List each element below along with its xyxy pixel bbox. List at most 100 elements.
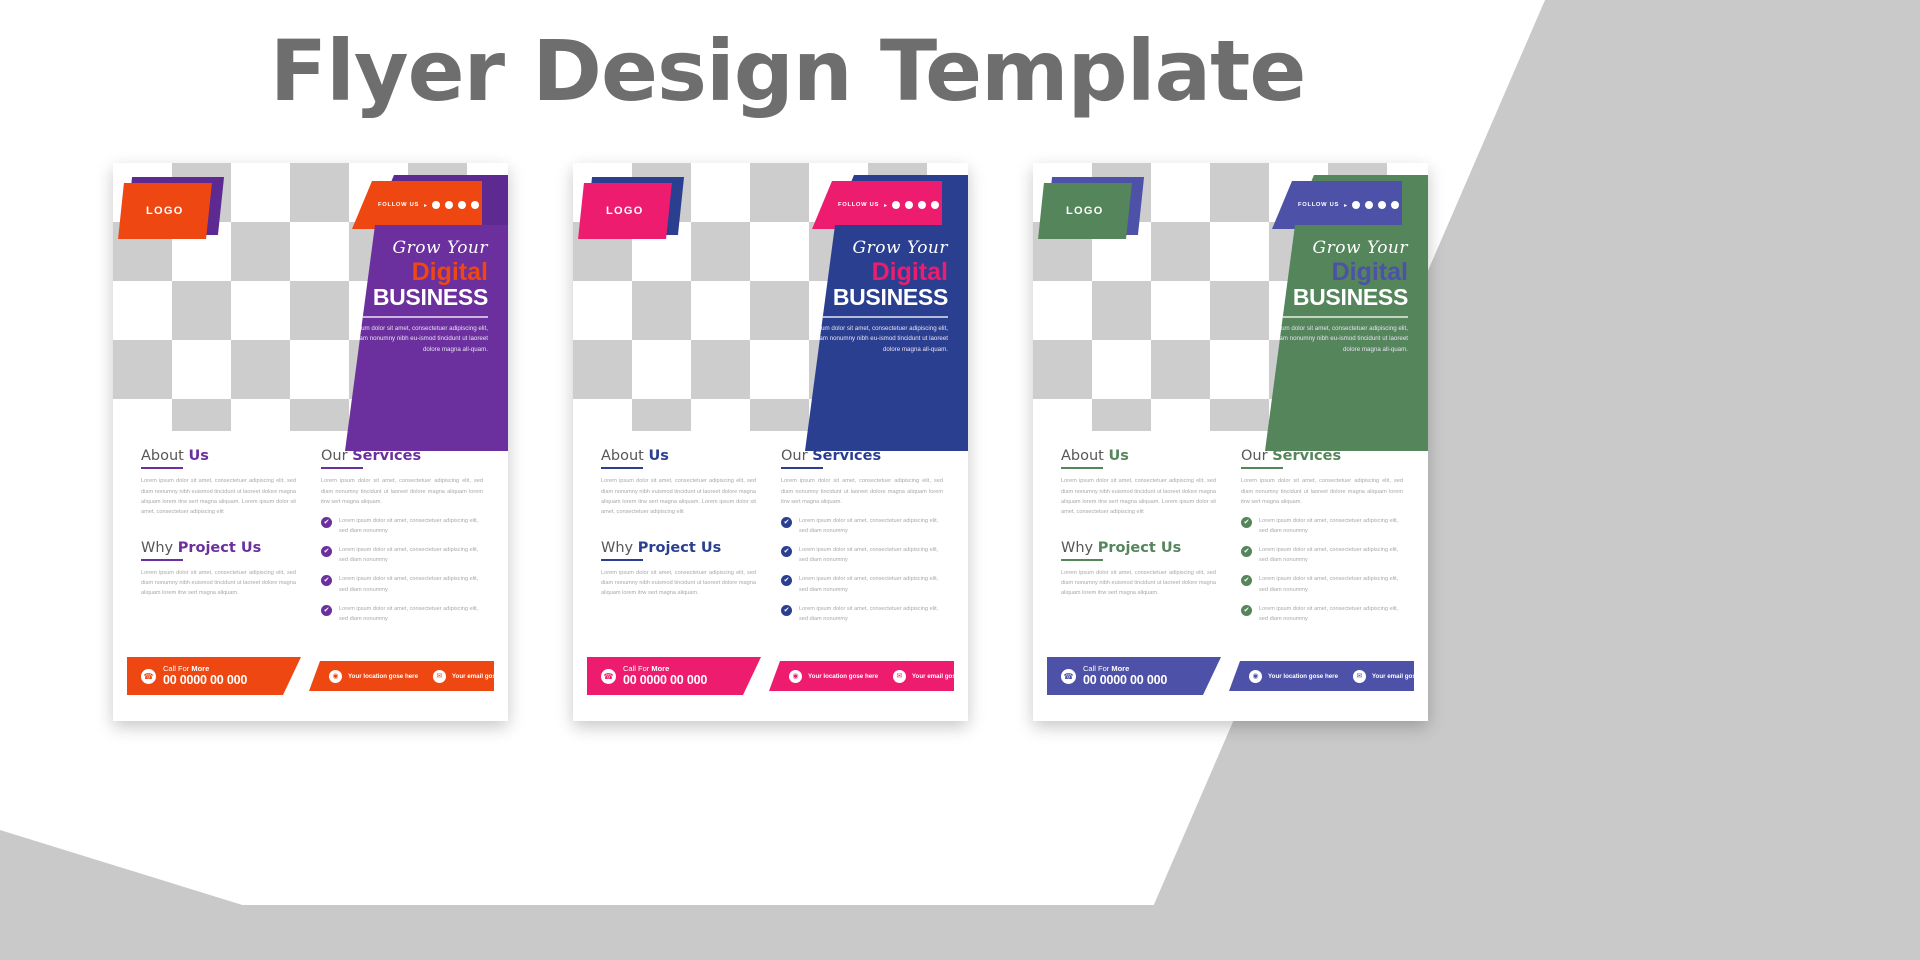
service-bullet: ✔ Lorem ipsum dolor sit amet, consectetu… bbox=[1241, 604, 1403, 624]
why-paragraph: Lorem ipsum dolor sit amet, consectetuer… bbox=[141, 569, 296, 597]
why-paragraph: Lorem ipsum dolor sit amet, consectetuer… bbox=[1061, 569, 1216, 597]
why-heading: Why Project Us bbox=[1061, 540, 1216, 556]
check-circle-icon: ✔ bbox=[781, 604, 792, 616]
about-divider bbox=[601, 467, 643, 470]
flyer-footer: ☎ Call For More 00 0000 00 000 ◉ Your lo… bbox=[113, 657, 508, 695]
service-bullet-text: Lorem ipsum dolor sit amet, consectetuer… bbox=[1259, 547, 1399, 564]
check-circle-icon: ✔ bbox=[321, 546, 332, 558]
service-bullet: ✔ Lorem ipsum dolor sit amet, consectetu… bbox=[781, 604, 943, 624]
social-dot-icon[interactable] bbox=[1352, 201, 1361, 209]
why-divider bbox=[1061, 558, 1103, 561]
about-heading: About Us bbox=[1061, 448, 1216, 464]
why-divider bbox=[141, 558, 183, 561]
why-heading-bold: Project Us bbox=[177, 539, 262, 556]
logo-badge[interactable]: LOGO bbox=[578, 183, 672, 239]
service-bullet-text: Lorem ipsum dolor sit amet, consectetuer… bbox=[339, 518, 479, 535]
location-text: Your location gose here bbox=[808, 672, 879, 680]
social-dot-icon[interactable] bbox=[445, 201, 454, 209]
logo-label: LOGO bbox=[606, 205, 644, 217]
social-dot-icon[interactable] bbox=[892, 201, 901, 209]
services-heading-bold: Services bbox=[1272, 448, 1342, 464]
services-heading: Our Services bbox=[321, 448, 483, 464]
call-label-bold: More bbox=[1111, 663, 1130, 673]
right-column: Our Services Lorem ipsum dolor sit amet,… bbox=[1241, 448, 1403, 633]
logo-badge[interactable]: LOGO bbox=[118, 183, 212, 239]
social-dot-icon[interactable] bbox=[471, 201, 480, 209]
call-block[interactable]: ☎ Call For More 00 0000 00 000 bbox=[127, 657, 301, 695]
left-column: About Us Lorem ipsum dolor sit amet, con… bbox=[1061, 448, 1216, 599]
mail-icon: ✉ bbox=[892, 669, 906, 683]
phone-number: 00 0000 00 000 bbox=[163, 672, 248, 687]
services-list: ✔ Lorem ipsum dolor sit amet, consectetu… bbox=[781, 516, 943, 624]
about-divider bbox=[1061, 467, 1103, 470]
email-text: Your email gose here bbox=[1371, 672, 1428, 680]
call-label-light: Call For bbox=[623, 663, 652, 673]
social-dot-icon[interactable] bbox=[458, 201, 467, 209]
why-heading-bold: Project Us bbox=[637, 539, 722, 556]
service-bullet-text: Lorem ipsum dolor sit amet, consectetuer… bbox=[1259, 518, 1399, 535]
social-dot-icon[interactable] bbox=[918, 201, 927, 209]
arrow-right-icon: ▸ bbox=[884, 202, 888, 209]
why-heading: Why Project Us bbox=[601, 540, 756, 556]
social-dot-icon[interactable] bbox=[905, 201, 914, 209]
logo-badge[interactable]: LOGO bbox=[1038, 183, 1132, 239]
service-bullet: ✔ Lorem ipsum dolor sit amet, consectetu… bbox=[321, 545, 483, 565]
social-dot-icon[interactable] bbox=[931, 201, 940, 209]
flyer-footer: ☎ Call For More 00 0000 00 000 ◉ Your lo… bbox=[1033, 657, 1428, 695]
location-pin-icon: ◉ bbox=[1249, 669, 1262, 683]
services-paragraph: Lorem ipsum dolor sit amet, consectetuer… bbox=[321, 478, 483, 505]
contact-block[interactable]: ◉ Your location gose here ✉ Your email g… bbox=[1229, 661, 1428, 691]
service-bullet-text: Lorem ipsum dolor sit amet, consectetuer… bbox=[799, 605, 939, 622]
social-dot-icon[interactable] bbox=[1378, 201, 1387, 209]
service-bullet: ✔ Lorem ipsum dolor sit amet, consectetu… bbox=[1241, 516, 1403, 536]
mail-icon: ✉ bbox=[1352, 669, 1366, 683]
services-list: ✔ Lorem ipsum dolor sit amet, consectetu… bbox=[1241, 516, 1403, 624]
service-bullet-text: Lorem ipsum dolor sit amet, consectetuer… bbox=[1259, 576, 1399, 593]
call-block[interactable]: ☎ Call For More 00 0000 00 000 bbox=[1047, 657, 1221, 695]
services-heading-bold: Services bbox=[812, 448, 882, 464]
why-paragraph: Lorem ipsum dolor sit amet, consectetuer… bbox=[601, 569, 756, 597]
why-heading-light: Why bbox=[141, 539, 178, 556]
about-heading: About Us bbox=[141, 448, 296, 464]
location-text: Your location gose here bbox=[1268, 672, 1339, 680]
call-label: Call For More bbox=[163, 664, 247, 673]
flyer-card-3[interactable]: LOGO FOLLOW US ▸ Grow Your Digital BUSIN… bbox=[1033, 163, 1428, 721]
check-circle-icon: ✔ bbox=[781, 546, 792, 558]
contact-block[interactable]: ◉ Your location gose here ✉ Your email g… bbox=[309, 661, 508, 691]
logo-label: LOGO bbox=[1066, 205, 1104, 217]
about-divider bbox=[141, 467, 183, 470]
about-heading-light: About bbox=[1061, 448, 1109, 464]
page-title: Flyer Design Template bbox=[269, 22, 1307, 120]
service-bullet-text: Lorem ipsum dolor sit amet, consectetuer… bbox=[799, 576, 939, 593]
check-circle-icon: ✔ bbox=[1241, 546, 1252, 558]
social-dot-icon[interactable] bbox=[1365, 201, 1374, 209]
services-list: ✔ Lorem ipsum dolor sit amet, consectetu… bbox=[321, 516, 483, 624]
services-divider bbox=[321, 467, 363, 470]
location-pin-icon: ◉ bbox=[329, 669, 342, 683]
location-text: Your location gose here bbox=[348, 672, 419, 680]
social-dot-icon[interactable] bbox=[432, 201, 441, 209]
about-heading-light: About bbox=[601, 448, 649, 464]
follow-us-label: FOLLOW US bbox=[378, 202, 420, 208]
call-block[interactable]: ☎ Call For More 00 0000 00 000 bbox=[587, 657, 761, 695]
social-dot-icon[interactable] bbox=[1391, 201, 1400, 209]
flyer-card-1[interactable]: LOGO FOLLOW US ▸ Grow Your Digital BUSIN… bbox=[113, 163, 508, 721]
service-bullet-text: Lorem ipsum dolor sit amet, consectetuer… bbox=[1259, 605, 1399, 622]
flyer-body: About Us Lorem ipsum dolor sit amet, con… bbox=[573, 448, 968, 668]
about-heading-bold: Us bbox=[648, 448, 669, 464]
about-paragraph: Lorem ipsum dolor sit amet, consectetuer… bbox=[1061, 478, 1216, 516]
services-paragraph: Lorem ipsum dolor sit amet, consectetuer… bbox=[1241, 478, 1403, 505]
flyer-card-2[interactable]: LOGO FOLLOW US ▸ Grow Your Digital BUSIN… bbox=[573, 163, 968, 721]
check-circle-icon: ✔ bbox=[781, 517, 792, 529]
check-circle-icon: ✔ bbox=[781, 575, 792, 587]
service-bullet-text: Lorem ipsum dolor sit amet, consectetuer… bbox=[339, 605, 479, 622]
left-column: About Us Lorem ipsum dolor sit amet, con… bbox=[141, 448, 296, 599]
contact-block[interactable]: ◉ Your location gose here ✉ Your email g… bbox=[769, 661, 954, 691]
arrow-right-icon: ▸ bbox=[1344, 202, 1348, 209]
about-paragraph: Lorem ipsum dolor sit amet, consectetuer… bbox=[601, 478, 756, 516]
services-heading-bold: Services bbox=[352, 448, 422, 464]
service-bullet: ✔ Lorem ipsum dolor sit amet, consectetu… bbox=[321, 574, 483, 594]
email-text: Your email gose here bbox=[451, 672, 508, 680]
phone-icon: ☎ bbox=[601, 668, 616, 684]
check-circle-icon: ✔ bbox=[321, 517, 332, 529]
